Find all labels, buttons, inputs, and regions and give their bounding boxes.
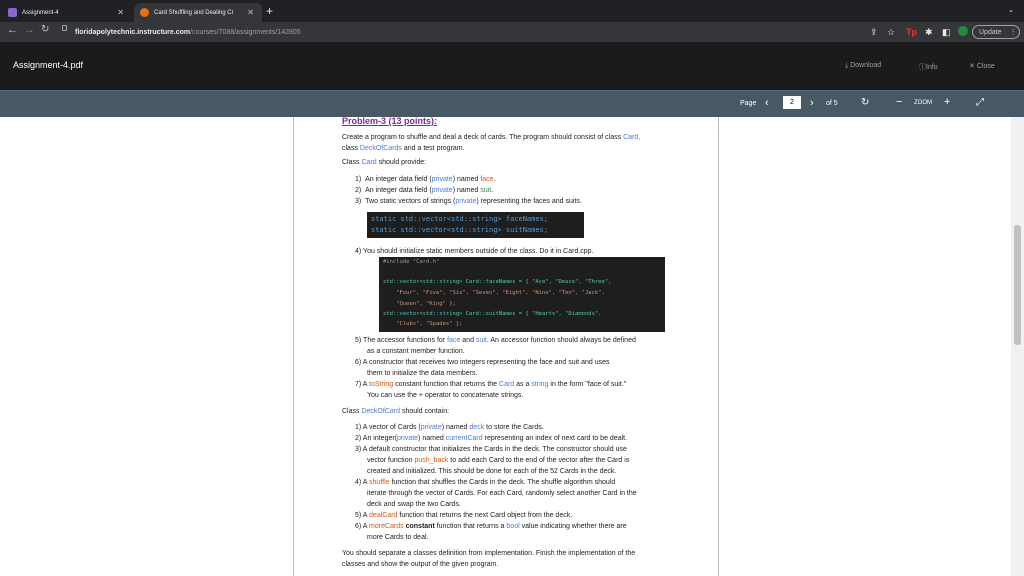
update-button[interactable]: Update ⋮ [972,25,1020,39]
bookmark-star-icon[interactable]: ☆ [887,27,895,38]
list-item-cont: more Cards to deal. [367,534,429,541]
list-item-cont: created and initialized. This should be … [367,468,617,475]
page-number-input[interactable]: 2 [783,96,801,109]
list-item-cont: as a constant member function. [367,348,465,355]
close-icon: ✕ [969,63,975,70]
list-item-cont: iterate through the vector of Cards. For… [367,490,637,497]
intro-line-1: Create a program to shuffle and deal a d… [342,134,641,141]
final-paragraph-1: You should separate a classes definition… [342,550,636,557]
list-item-cont: vector function push_back to add each Ca… [367,457,630,464]
code-line: static std::vector<std::string> suitName… [371,226,549,234]
list-item: 5) The accessor functions for face and s… [355,337,636,344]
list-item: 3) Two static vectors of strings (privat… [355,198,582,205]
code-block-card-cpp: #include "Card.h" std::vector<std::strin… [379,257,665,332]
page-count: of 5 [826,100,838,107]
pdf-toolbar: Page ‹ › of 5 ↻ − ZOOM + ⤢ [0,90,1024,117]
chevron-down-icon[interactable]: ⌄ [1008,6,1014,14]
next-page-icon[interactable]: › [810,97,814,109]
pdf-page [293,117,719,576]
back-icon[interactable]: ← [7,24,18,36]
list-item: 4) A shuffle function that shuffles the … [355,479,616,486]
list-item-cont: deck and swap the two Cards. [367,501,461,508]
avatar[interactable] [958,26,968,36]
code-line: "Queen", "King" }; [383,301,456,307]
prev-page-icon[interactable]: ‹ [765,97,769,109]
forward-icon[interactable]: → [24,24,35,36]
reload-icon[interactable]: ↻ [41,24,49,35]
update-label: Update [979,28,1002,36]
download-label: Download [850,62,882,69]
list-item: 5) A dealCard function that returns the … [355,512,573,519]
final-paragraph-2: classes and show the output of the given… [342,561,499,568]
zoom-in-icon[interactable]: + [944,96,950,108]
list-item: 6) A constructor that receives two integ… [355,359,610,366]
extension-icon[interactable]: Tp [906,27,917,37]
info-button[interactable]: ⓘInfo [919,62,938,72]
list-item: 1) A vector of Cards (private) named dec… [355,424,544,431]
list-item: 3) A default constructor that initialize… [355,446,627,453]
intro-line-2: class DeckOfCards and a test program. [342,145,465,152]
close-icon[interactable]: ✕ [117,8,124,17]
scrollbar-thumb[interactable] [1014,225,1021,345]
lock-icon [62,25,67,31]
info-icon: ⓘ [919,64,926,71]
code-line: std::vector<std::string> Card::suitNames… [383,311,602,317]
close-button[interactable]: ✕ Close [969,62,995,70]
close-icon[interactable]: ✕ [247,8,254,17]
list-item: 2) An integer(private) named currentCard… [355,435,628,442]
tab-favicon-icon [8,8,17,17]
code-line: std::vector<std::string> Card::faceNames… [383,279,612,285]
code-line: static std::vector<std::string> faceName… [371,215,549,223]
sidepanel-icon[interactable]: ◧ [942,27,951,38]
list-item-cont: You can use the + operator to concatenat… [367,392,524,399]
tab-label: Card Shuffling and Dealing Cr [154,9,234,16]
page-label: Page [740,100,757,107]
zoom-out-icon[interactable]: − [896,96,902,108]
browser-toolbar: ← → ↻ floridapolytechnic.instructure.com… [0,22,1024,42]
list-item-cont: them to initialize the data members. [367,370,478,377]
new-tab-icon[interactable]: + [266,4,273,18]
tab-bar: Assignment-4 ✕ Card Shuffling and Dealin… [0,0,1024,22]
tab-favicon-icon [140,8,149,17]
puzzle-icon[interactable]: ✱ [925,27,933,38]
problem-heading: Problem-3 (13 points): [342,116,438,126]
list-item: 4) You should initialize static members … [355,248,594,255]
download-icon: ⤓ [845,62,849,69]
code-block-static-vectors: static std::vector<std::string> faceName… [367,212,584,238]
file-preview-header: Assignment-4.pdf ⤓ Download ⓘInfo ✕ Clos… [0,42,1024,90]
tab-label: Assignment-4 [22,9,59,16]
list-item: 7) A toString constant function that ret… [355,381,627,388]
url-path: /courses/7088/assignments/142805 [190,28,301,36]
list-item: 1) An integer data field (private) named… [355,176,496,183]
close-label: Close [976,63,995,70]
list-item: 2) An integer data field (private) named… [355,187,494,194]
code-line: #include "Card.h" [383,259,440,265]
fullscreen-icon[interactable]: ⤢ [976,97,984,108]
address-bar[interactable]: floridapolytechnic.instructure.com/cours… [75,25,301,39]
zoom-label: ZOOM [914,100,932,106]
scrollbar[interactable] [1011,117,1024,576]
download-button[interactable]: ⤓ Download [845,62,881,70]
url-host: floridapolytechnic.instructure.com [75,28,191,36]
list-item: 6) A moreCards constant function that re… [355,523,627,530]
share-icon[interactable]: ⇪ [870,27,878,38]
code-line: "Clubs", "Spades" }; [383,321,463,327]
rotate-icon[interactable]: ↻ [861,97,869,108]
file-title: Assignment-4.pdf [13,60,84,70]
tab-card-shuffling[interactable]: Card Shuffling and Dealing Cr ✕ [134,3,262,22]
tab-assignment[interactable]: Assignment-4 ✕ [2,3,132,22]
code-line: "Four", "Five", "Six", "Seven", "Eight",… [383,290,605,296]
card-provide: Class Card should provide: [342,159,427,166]
info-label: Info [926,64,938,71]
deck-contain: Class DeckOfCard should contain: [342,408,450,415]
